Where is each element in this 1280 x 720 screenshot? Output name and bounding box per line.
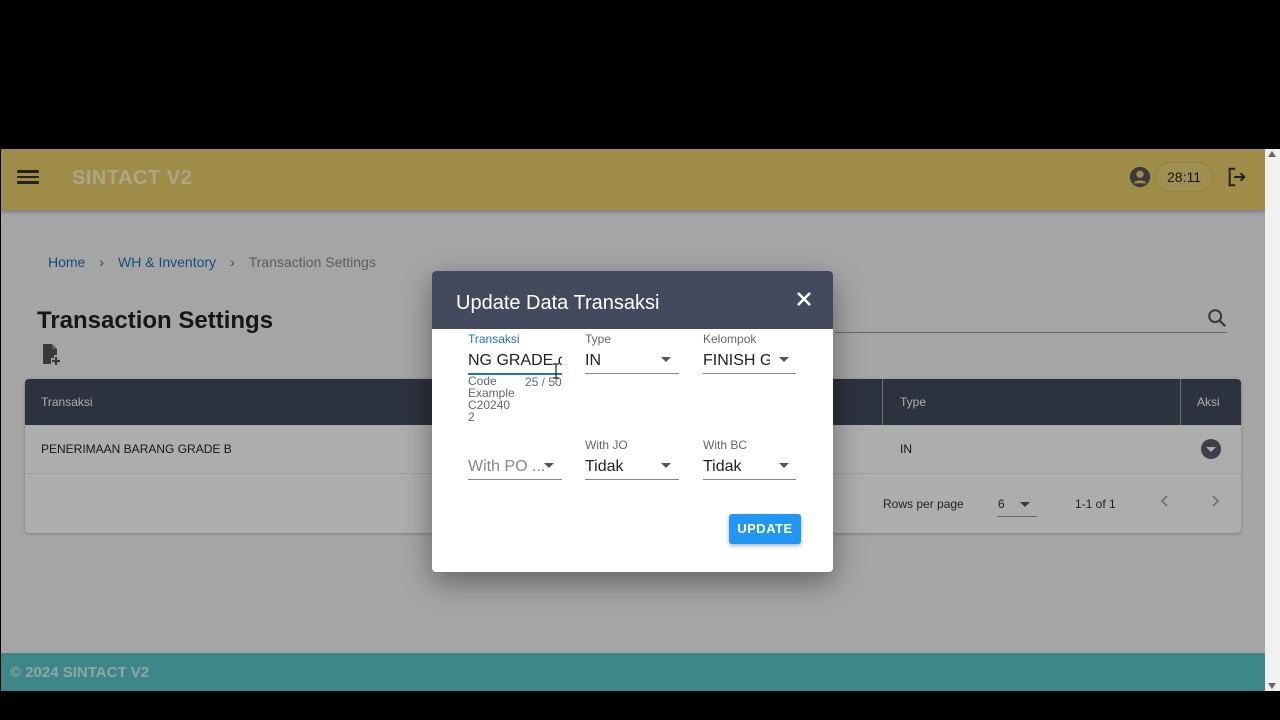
transaksi-label: Transaksi <box>468 332 520 346</box>
with-po-placeholder: With PO ... <box>468 458 546 475</box>
dialog-header: Update Data Transaksi <box>432 271 833 329</box>
type-label: Type <box>585 332 612 346</box>
scroll-down-icon[interactable] <box>1268 683 1276 689</box>
with-jo-value: Tidak <box>585 458 624 475</box>
chevron-down-icon <box>544 463 554 468</box>
chevron-down-icon <box>661 357 671 362</box>
close-icon[interactable] <box>794 289 814 309</box>
transaksi-hint: Code Example C20240 2 <box>468 374 515 424</box>
with-jo-select[interactable]: With JO Tidak <box>585 438 679 498</box>
kelompok-select[interactable]: Kelompok FINISH G <box>703 332 796 392</box>
with-bc-underline <box>703 479 796 480</box>
with-jo-label: With JO <box>585 438 628 452</box>
with-bc-label: With BC <box>703 438 748 452</box>
chevron-down-icon <box>661 463 671 468</box>
chevron-down-icon <box>779 463 789 468</box>
type-value: IN <box>585 352 601 369</box>
with-bc-value: Tidak <box>703 458 742 475</box>
page-scrollbar[interactable] <box>1265 149 1280 691</box>
transaksi-input[interactable]: NG GRADE c <box>468 352 562 370</box>
with-bc-select[interactable]: With BC Tidak <box>703 438 796 498</box>
kelompok-label: Kelompok <box>703 332 757 346</box>
type-underline <box>585 373 679 374</box>
with-po-select[interactable]: With PO ... <box>468 438 562 498</box>
with-po-underline <box>468 479 562 480</box>
update-dialog: Update Data Transaksi Transaksi NG GRADE… <box>432 271 833 572</box>
kelompok-underline <box>703 373 796 374</box>
with-jo-underline <box>585 479 679 480</box>
scroll-up-icon[interactable] <box>1268 151 1276 157</box>
dialog-title: Update Data Transaksi <box>456 292 660 314</box>
chevron-down-icon <box>779 357 789 362</box>
text-cursor-icon <box>553 363 559 379</box>
type-select[interactable]: Type IN <box>585 332 679 392</box>
update-button[interactable]: UPDATE <box>729 514 801 544</box>
kelompok-value: FINISH G <box>703 352 770 369</box>
